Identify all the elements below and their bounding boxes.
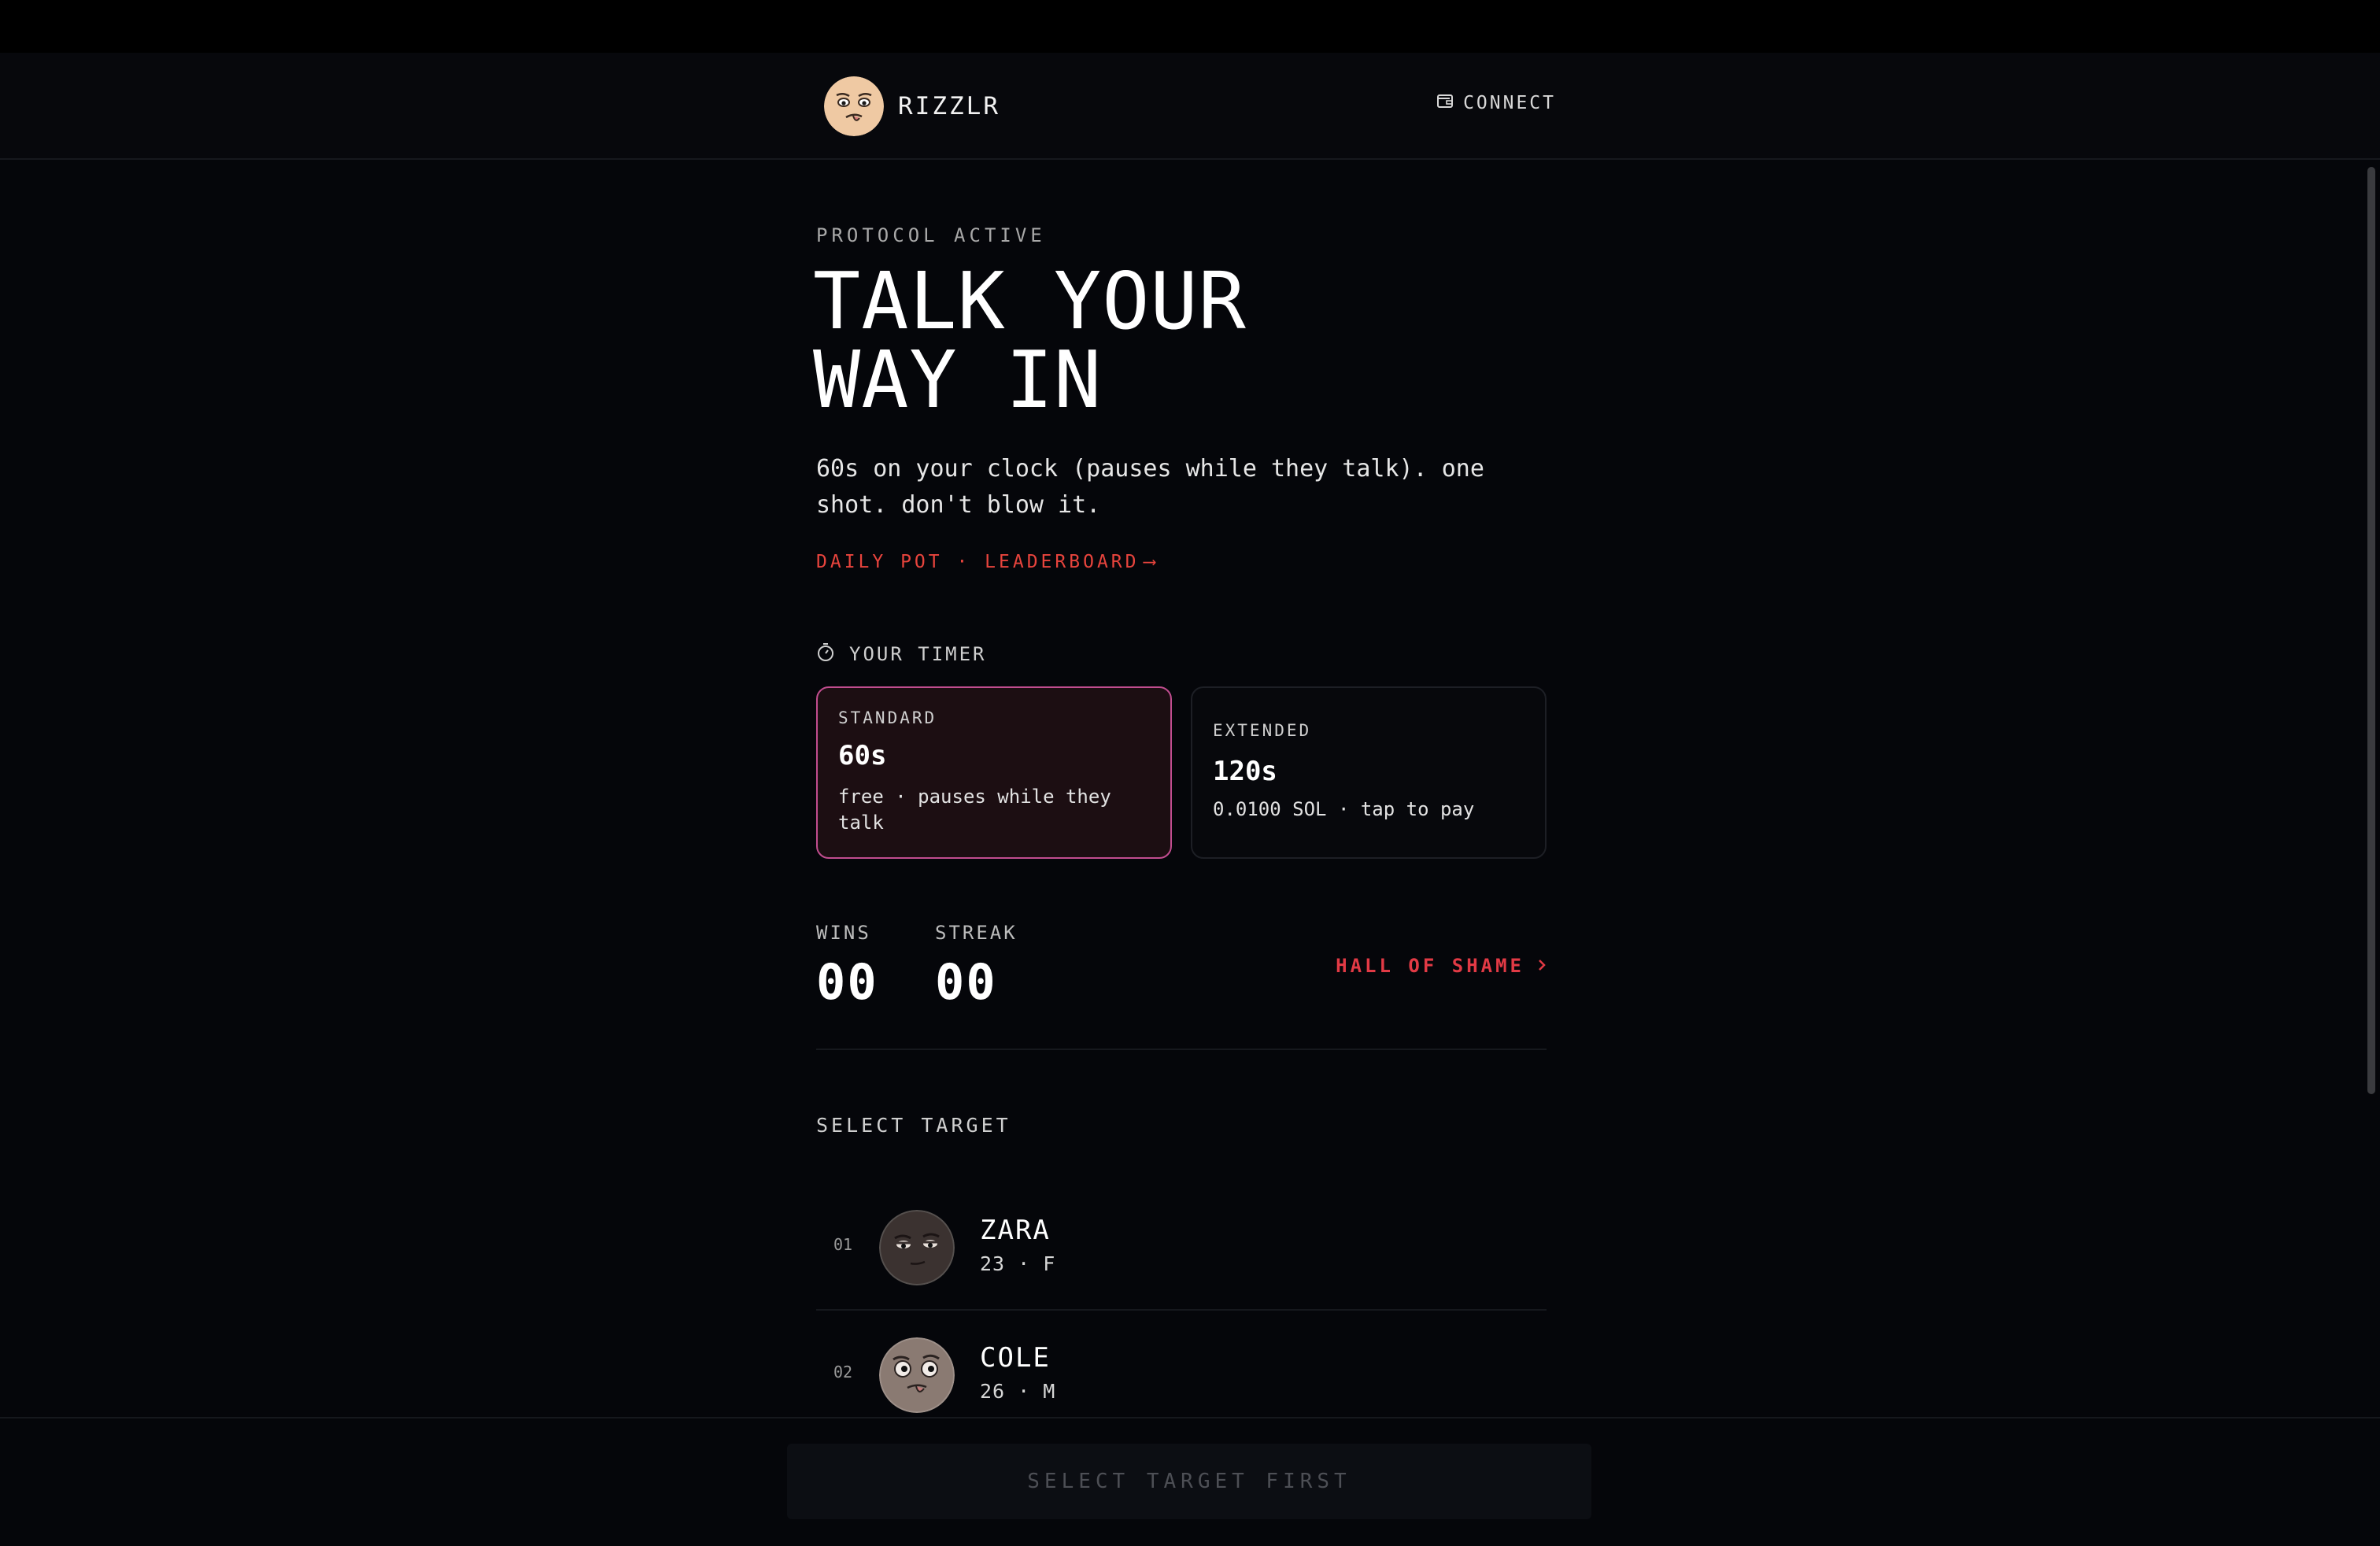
streak-value: 00 [935, 953, 997, 1011]
arrow-right-icon: ⟶ [1144, 552, 1155, 572]
footer-bar: SELECT TARGET FIRST [0, 1417, 2380, 1546]
select-target-label: SELECT TARGET [816, 1114, 1011, 1137]
target-number: 02 [833, 1363, 853, 1381]
wins-label: WINS [816, 922, 871, 944]
page-title-line-1: TALK YOUR [813, 255, 1247, 347]
daily-pot-leaderboard-label: DAILY POT · LEADERBOARD [816, 552, 1140, 572]
app-header: RIZZLR CONNECT [0, 53, 2380, 160]
streak-label: STREAK [935, 922, 1018, 944]
connect-wallet-button[interactable]: CONNECT [1436, 92, 1556, 114]
target-name: ZARA [980, 1215, 1051, 1246]
section-divider [816, 1049, 1547, 1050]
wins-stat: WINS 00 [816, 922, 878, 1007]
timer-option-label: EXTENDED [1213, 721, 1312, 740]
select-target-first-button[interactable]: SELECT TARGET FIRST [787, 1444, 1591, 1519]
page-title: TALK YOUR WAY IN [813, 262, 1247, 420]
cole-avatar-icon [879, 1337, 955, 1413]
daily-pot-leaderboard-link[interactable]: DAILY POT · LEADERBOARD ⟶ [816, 552, 1155, 572]
target-meta: 26 · M [980, 1380, 1056, 1403]
target-number: 01 [833, 1235, 853, 1254]
scrollbar-thumb[interactable] [2367, 167, 2375, 1094]
stopwatch-icon [816, 642, 835, 667]
wallet-icon [1436, 92, 1454, 114]
timer-option-extended[interactable]: EXTENDED 120s 0.0100 SOL · tap to pay [1191, 686, 1547, 859]
target-name: COLE [980, 1342, 1051, 1374]
chevron-right-icon [1537, 955, 1547, 977]
protocol-status: PROTOCOL ACTIVE [816, 224, 1046, 246]
brand[interactable]: RIZZLR [824, 76, 1000, 136]
target-meta: 23 · F [980, 1252, 1056, 1275]
timer-label: YOUR TIMER [849, 643, 987, 665]
timer-option-value: 60s [838, 740, 887, 771]
timer-option-label: STANDARD [838, 708, 937, 727]
zara-avatar-icon [879, 1210, 955, 1285]
timer-option-standard[interactable]: STANDARD 60s free · pauses while they ta… [816, 686, 1172, 859]
brand-name: RIZZLR [898, 92, 1000, 120]
page-title-line-2: WAY IN [813, 334, 1103, 426]
streak-stat: STREAK 00 [935, 922, 1018, 1007]
timer-option-desc: free · pauses while they talk [838, 786, 1111, 834]
timer-section-label: YOUR TIMER [816, 642, 987, 667]
hall-of-shame-label: HALL OF SHAME [1336, 955, 1524, 977]
page-subtitle: 60s on your clock (pauses while they tal… [816, 455, 1484, 519]
wins-value: 00 [816, 953, 878, 1011]
top-strip [0, 0, 2380, 53]
timer-option-value: 120s [1213, 756, 1277, 787]
hall-of-shame-link[interactable]: HALL OF SHAME [1336, 955, 1547, 977]
target-row-zara[interactable]: 01 ZARA 23 · F [816, 1185, 1547, 1311]
connect-label: CONNECT [1463, 93, 1556, 113]
brand-logo-icon [824, 76, 884, 136]
timer-option-desc: 0.0100 SOL · tap to pay [1213, 798, 1475, 820]
